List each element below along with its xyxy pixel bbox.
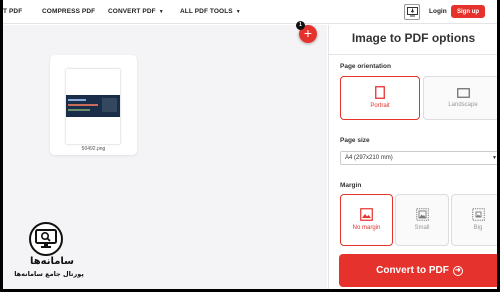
margin-small[interactable]: Small xyxy=(395,194,449,246)
brand-fragment[interactable]: T PDF xyxy=(3,8,22,15)
small-margin-image-icon xyxy=(415,208,429,221)
nav-compress-pdf[interactable]: COMPRESS PDF xyxy=(42,8,95,15)
file-count-badge: 1 xyxy=(296,21,305,30)
desktop-download-icon xyxy=(406,7,418,17)
page-size-label: Page size xyxy=(340,137,370,144)
signup-button[interactable]: Sign up xyxy=(451,5,485,18)
page-size-value: A4 (297x210 mm) xyxy=(345,155,393,161)
no-margin-label: No margin xyxy=(352,225,381,231)
page-size-select[interactable]: A4 (297x210 mm) ▼ xyxy=(340,151,497,165)
chevron-down-icon: ▼ xyxy=(158,9,164,15)
file-preview xyxy=(66,69,120,144)
arrow-right-circle-icon: ➜ xyxy=(452,265,463,276)
top-nav: T PDF COMPRESS PDF CONVERT PDF ▼ ALL PDF … xyxy=(3,0,497,24)
watermark-logo: سامانه‌ها پورتال جامع سامانه‌ها xyxy=(9,222,89,284)
file-thumbnail-card[interactable]: 50492.png xyxy=(50,55,137,155)
margin-label: Margin xyxy=(340,182,362,189)
nav-all-tools-label: ALL PDF TOOLS xyxy=(180,8,233,15)
big-margin-image-icon xyxy=(471,208,485,221)
margin-big[interactable]: Big xyxy=(451,194,497,246)
panel-title: Image to PDF options xyxy=(351,31,476,45)
landscape-page-icon xyxy=(456,87,470,98)
nav-all-pdf-tools[interactable]: ALL PDF TOOLS ▼ xyxy=(180,8,241,15)
portrait-label: Portrait xyxy=(370,103,390,109)
nav-convert-label: CONVERT PDF xyxy=(108,8,156,15)
orientation-portrait[interactable]: Portrait xyxy=(340,76,420,120)
app-window: T PDF COMPRESS PDF CONVERT PDF ▼ ALL PDF … xyxy=(3,0,497,289)
watermark-subtitle: پورتال جامع سامانه‌ها xyxy=(14,270,84,278)
orientation-landscape[interactable]: Landscape xyxy=(423,76,497,120)
big-margin-label: Big xyxy=(473,225,483,231)
desktop-app-button[interactable] xyxy=(404,4,420,20)
margin-none[interactable]: No margin xyxy=(340,194,393,246)
nav-convert-pdf[interactable]: CONVERT PDF ▼ xyxy=(108,8,164,15)
chevron-down-icon: ▼ xyxy=(492,155,497,161)
landscape-label: Landscape xyxy=(448,101,478,108)
divider xyxy=(329,54,497,55)
convert-label: Convert to PDF xyxy=(376,265,449,276)
chevron-down-icon: ▼ xyxy=(235,9,241,15)
login-link[interactable]: Login xyxy=(429,8,447,15)
file-name: 50492.png xyxy=(81,146,106,152)
watermark-title: سامانه‌ها xyxy=(29,256,75,267)
small-margin-label: Small xyxy=(414,225,430,231)
options-panel: Image to PDF options Page orientation Po… xyxy=(328,25,497,289)
portrait-page-icon xyxy=(375,86,385,99)
no-margin-image-icon xyxy=(360,208,373,221)
preview-image xyxy=(66,95,120,117)
monitor-search-icon xyxy=(29,222,63,256)
orientation-label: Page orientation xyxy=(340,63,391,70)
convert-to-pdf-button[interactable]: Convert to PDF ➜ xyxy=(339,254,497,287)
